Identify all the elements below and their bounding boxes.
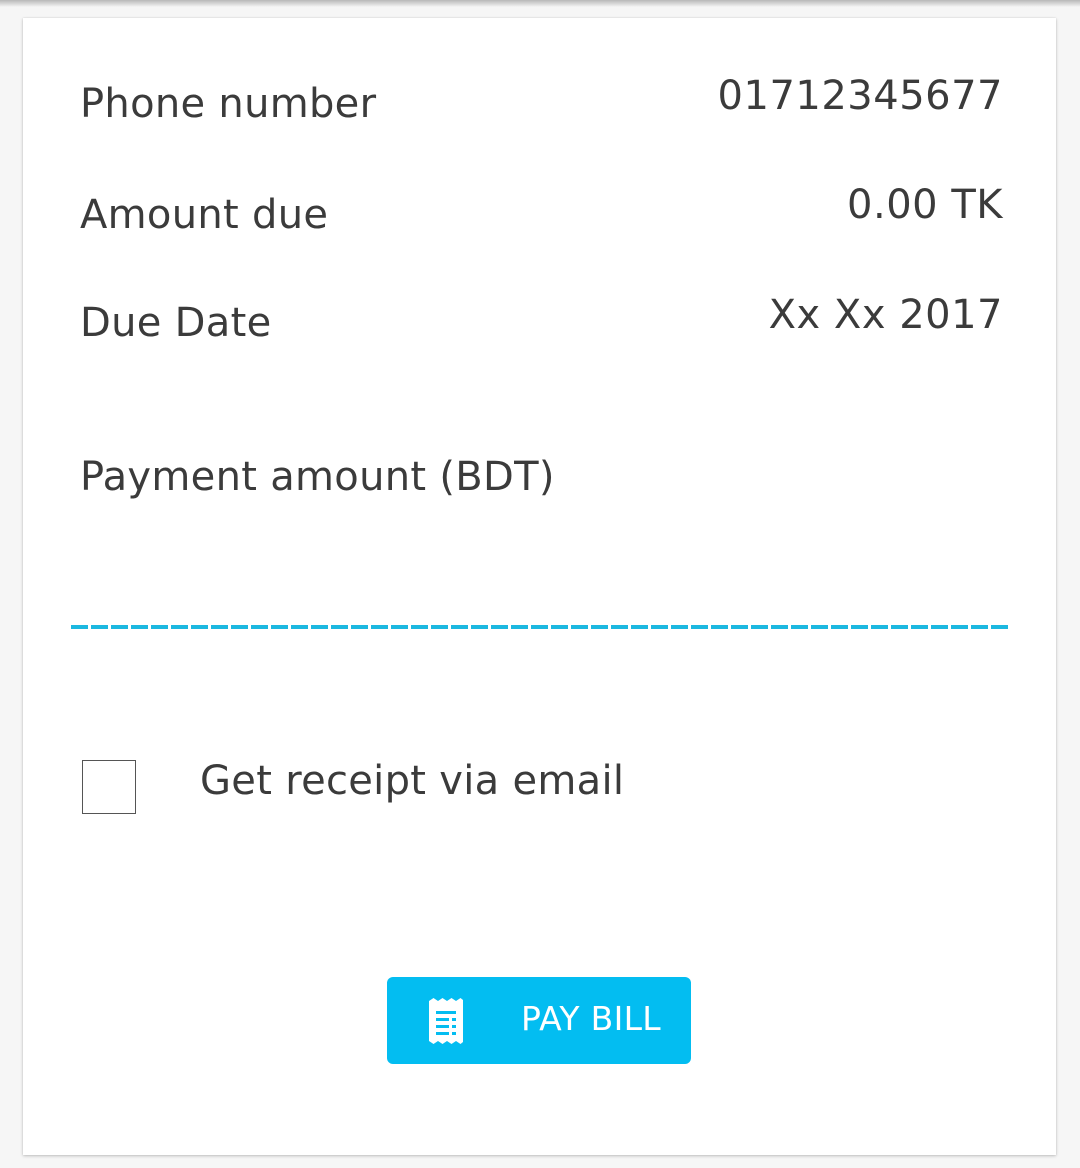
phone-number-label: Phone number [80,81,377,127]
top-shadow [0,0,1080,7]
receipt-email-label[interactable]: Get receipt via email [200,758,624,804]
due-date-value: Xx Xx 2017 [768,292,1003,338]
payment-amount-underline [71,625,1011,629]
receipt-icon [429,998,463,1044]
amount-due-label: Amount due [80,192,329,238]
due-date-label: Due Date [80,300,272,346]
bill-card: Phone number 01712345677 Amount due 0.00… [23,18,1056,1155]
pay-bill-label: PAY BILL [521,999,661,1038]
receipt-email-checkbox[interactable] [82,760,136,814]
payment-amount-input[interactable] [71,573,1011,633]
phone-number-value: 01712345677 [717,73,1003,119]
payment-amount-label: Payment amount (BDT) [80,454,555,500]
pay-bill-button[interactable]: PAY BILL [387,977,691,1064]
amount-due-value: 0.00 TK [847,182,1003,228]
